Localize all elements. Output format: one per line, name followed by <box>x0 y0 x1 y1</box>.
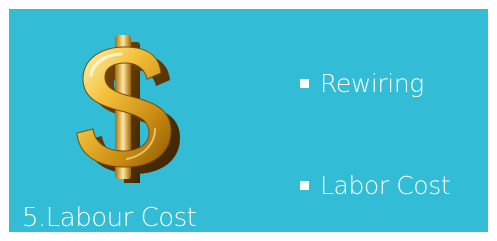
dollar-sign-icon <box>76 35 180 183</box>
slide-caption: 5.Labour Cost <box>22 203 197 233</box>
bullet-item-rewiring: Rewiring <box>300 71 424 96</box>
bullet-label: Labor Cost <box>320 171 451 200</box>
bullet-square-icon <box>300 181 309 190</box>
bullet-item-labor-cost: Labor Cost <box>300 171 451 200</box>
bullet-label: Rewiring <box>320 69 424 98</box>
bullet-square-icon <box>300 79 309 88</box>
slide-card: 5.Labour Cost Rewiring Labor Cost <box>9 9 488 232</box>
